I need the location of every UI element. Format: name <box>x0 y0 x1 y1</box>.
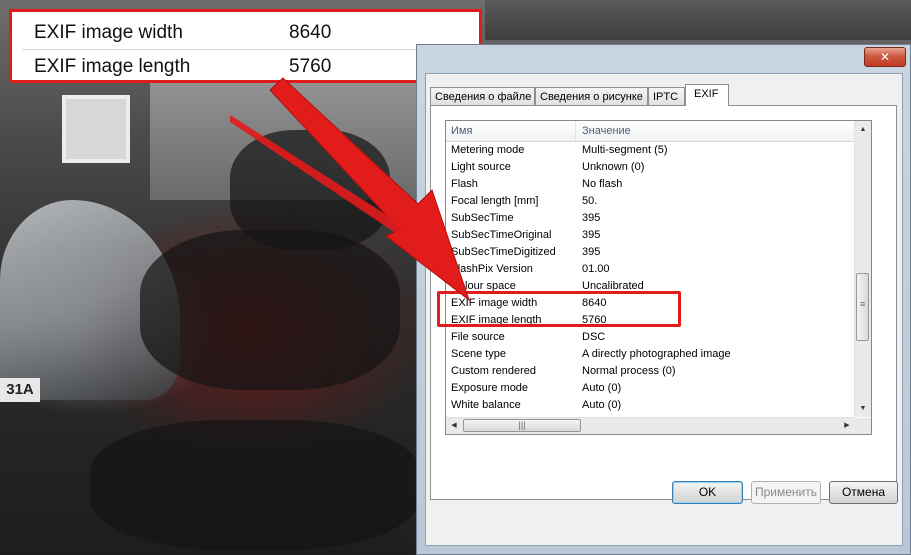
row-value: DSC <box>582 331 606 343</box>
row-name: Custom rendered <box>451 365 536 377</box>
highlight-box <box>437 291 681 327</box>
callout-row-name: EXIF image width <box>34 22 183 43</box>
row-value: Normal process (0) <box>582 365 676 377</box>
list-item[interactable]: Focal length [mm] 50. <box>446 193 856 210</box>
tab-file-info[interactable]: Сведения о файле <box>430 87 535 105</box>
row-value: 50. <box>582 195 598 207</box>
scroll-left-icon[interactable]: ◀ <box>446 418 462 434</box>
list-item[interactable]: White balance Auto (0) <box>446 397 856 414</box>
row-name: SubSecTimeDigitized <box>451 246 556 258</box>
row-value: 395 <box>582 212 601 224</box>
row-value: Auto (0) <box>582 399 622 411</box>
list-item[interactable]: Scene type A directly photographed image <box>446 346 856 363</box>
photo-upper-area <box>485 0 911 40</box>
row-name: Exposure mode <box>451 382 529 394</box>
row-value: 01.00 <box>582 263 610 275</box>
row-value: No flash <box>582 178 623 190</box>
scroll-down-icon[interactable]: ▼ <box>855 400 871 417</box>
row-name: File source <box>451 331 505 343</box>
callout-row-value: 8640 <box>289 22 332 43</box>
row-name: SubSecTimeOriginal <box>451 229 552 241</box>
scroll-right-icon[interactable]: ▶ <box>839 418 855 434</box>
debris <box>230 130 390 250</box>
list-item[interactable]: Metering mode Multi-segment (5) <box>446 142 856 159</box>
list-item[interactable]: File source DSC <box>446 329 856 346</box>
tab-iptc[interactable]: IPTC <box>648 87 685 105</box>
list-item[interactable]: SubSecTimeDigitized 395 <box>446 244 856 261</box>
row-value: 395 <box>582 246 601 258</box>
row-name: Light source <box>451 161 511 173</box>
row-name: Metering mode <box>451 144 525 156</box>
row-value: Auto (0) <box>582 382 622 394</box>
row-value: Unknown (0) <box>582 161 645 173</box>
list-item[interactable]: Flash No flash <box>446 176 856 193</box>
row-name: Flash <box>451 178 478 190</box>
zoom-callout: EXIF image width 8640 EXIF image length … <box>9 9 482 83</box>
column-header-value[interactable]: Значение <box>577 121 856 141</box>
debris <box>90 420 420 550</box>
list-rows: Metering mode Multi-segment (5) Light sou… <box>446 142 856 414</box>
horizontal-scrollbar[interactable]: ◀ ||| ▶ <box>446 417 855 434</box>
exif-list[interactable]: Имя Значение Metering mode Multi-segment … <box>445 120 872 435</box>
callout-divider <box>22 49 469 50</box>
close-button[interactable]: ✕ <box>864 47 906 67</box>
building-window <box>62 95 130 163</box>
tab-exif[interactable]: EXIF <box>685 84 729 106</box>
list-item[interactable]: FlashPix Version 01.00 <box>446 261 856 278</box>
vertical-scrollbar[interactable]: ▲ ≡ ▼ <box>854 121 871 417</box>
license-plate: 31A <box>0 378 40 402</box>
apply-button[interactable]: Применить <box>751 481 821 504</box>
scroll-corner <box>855 418 871 434</box>
list-item[interactable]: SubSecTime 395 <box>446 210 856 227</box>
row-name: White balance <box>451 399 521 411</box>
ok-button[interactable]: OK <box>672 481 743 504</box>
scroll-up-icon[interactable]: ▲ <box>855 121 871 138</box>
list-item[interactable]: Custom rendered Normal process (0) <box>446 363 856 380</box>
close-icon: ✕ <box>879 50 891 64</box>
callout-row-name: EXIF image length <box>34 56 191 77</box>
list-item[interactable]: Light source Unknown (0) <box>446 159 856 176</box>
scroll-thumb-horizontal[interactable]: ||| <box>463 419 581 432</box>
row-value: A directly photographed image <box>582 348 731 360</box>
tab-image-info[interactable]: Сведения о рисунке <box>535 87 648 105</box>
row-name: Focal length [mm] <box>451 195 539 207</box>
callout-row-value: 5760 <box>289 56 332 77</box>
row-name: FlashPix Version <box>451 263 533 275</box>
debris <box>140 230 400 390</box>
list-item[interactable]: Exposure mode Auto (0) <box>446 380 856 397</box>
column-header-name[interactable]: Имя <box>446 121 576 141</box>
row-value: 395 <box>582 229 601 241</box>
row-value: Multi-segment (5) <box>582 144 668 156</box>
scroll-thumb[interactable]: ≡ <box>856 273 869 341</box>
row-name: SubSecTime <box>451 212 514 224</box>
grip-icon: ≡ <box>860 299 866 309</box>
row-name: Scene type <box>451 348 507 360</box>
list-item[interactable]: SubSecTimeOriginal 395 <box>446 227 856 244</box>
cancel-button[interactable]: Отмена <box>829 481 898 504</box>
list-header: Имя Значение <box>446 121 856 142</box>
